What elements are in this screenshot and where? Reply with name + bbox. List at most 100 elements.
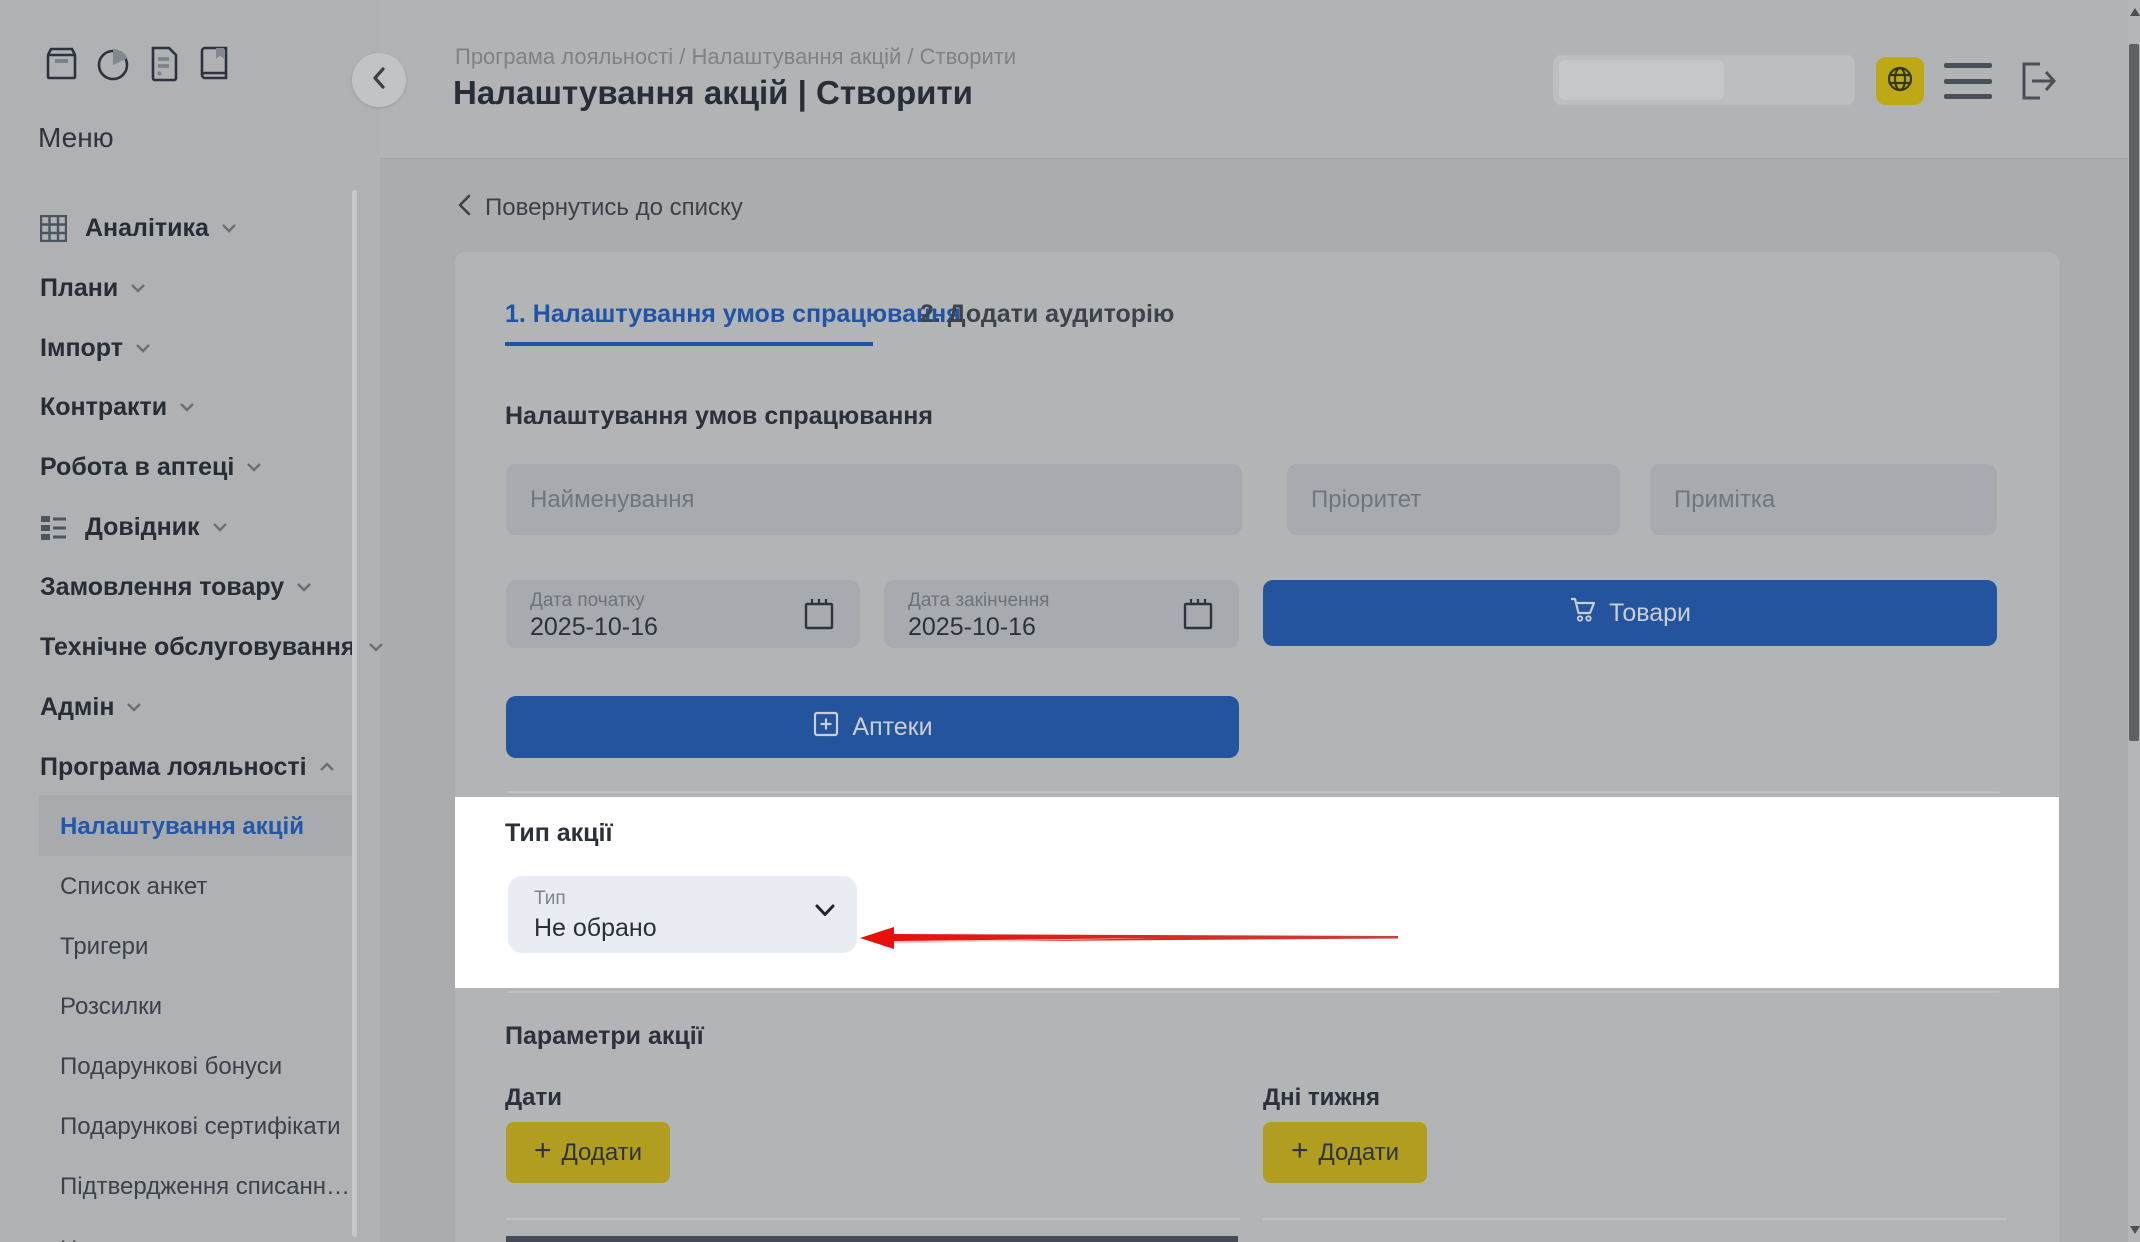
promo-type-select-value: Не обрано: [534, 914, 657, 943]
end-date-field[interactable]: Дата закінчення 2025-10-16: [884, 580, 1239, 648]
sidebar-subitem-promo-settings[interactable]: Налаштування акцій: [60, 811, 304, 843]
chevron-down-icon: [212, 522, 228, 532]
sidebar-item-label: Контракти: [40, 391, 167, 423]
sidebar-item-contracts[interactable]: Контракти: [40, 391, 195, 423]
sidebar: Меню Аналітика Плани Імпорт Контракти Ро…: [0, 0, 380, 1242]
sidebar-subitem-gift-certificates[interactable]: Подарункові сертифікати: [60, 1111, 341, 1143]
pharmacies-button-label: Аптеки: [852, 713, 932, 742]
form-card: 1. Налаштування умов спрацювання 2. Дода…: [455, 252, 2059, 1242]
sidebar-item-label: Імпорт: [40, 332, 123, 364]
sidebar-item-import[interactable]: Імпорт: [40, 332, 151, 364]
document-icon[interactable]: [148, 44, 180, 84]
active-tab-underline: [505, 342, 873, 346]
conditions-heading: Налаштування умов спрацювання: [505, 402, 933, 431]
products-button[interactable]: Товари: [1263, 580, 1997, 646]
back-link-label: Повернутись до списку: [485, 194, 743, 222]
chevron-down-icon: [179, 402, 195, 412]
annotation-arrow-icon: [860, 926, 1400, 950]
sidebar-item-pharmacy-work[interactable]: Робота в аптеці: [40, 451, 262, 483]
plus-icon: +: [1291, 1136, 1309, 1166]
chevron-down-icon: [130, 283, 146, 293]
name-input[interactable]: [506, 464, 1242, 535]
sidebar-subitem-triggers[interactable]: Тригери: [60, 931, 148, 963]
promo-type-select[interactable]: Тип Не обрано: [508, 876, 857, 953]
app-root: Меню Аналітика Плани Імпорт Контракти Ро…: [0, 0, 2140, 1242]
table-grid-icon: [40, 215, 67, 242]
sidebar-item-maintenance[interactable]: Технічне обслуговування: [40, 631, 384, 663]
add-date-button[interactable]: + Додати: [506, 1122, 670, 1183]
sidebar-top-icons: [42, 44, 232, 84]
sidebar-menu-title: Меню: [38, 122, 114, 154]
end-date-value: 2025-10-16: [908, 613, 1036, 642]
sidebar-item-label: Аналітика: [85, 212, 209, 244]
calendar-icon[interactable]: [1183, 598, 1213, 635]
cart-icon: [1569, 596, 1597, 631]
sidebar-item-loyalty-program[interactable]: Програма лояльності: [40, 751, 335, 783]
sidebar-subitem-mailings[interactable]: Розсилки: [60, 991, 162, 1023]
note-input[interactable]: [1650, 464, 1997, 535]
start-date-label: Дата початку: [530, 590, 645, 612]
weekdays-column-divider: [1263, 1218, 2007, 1220]
sidebar-item-label: Адмін: [40, 691, 114, 723]
promo-params-heading: Параметри акції: [505, 1022, 704, 1051]
sidebar-item-goods-order[interactable]: Замовлення товару: [40, 571, 312, 603]
plus-square-icon: [812, 710, 840, 745]
hamburger-menu-icon[interactable]: [1944, 63, 1992, 99]
chevron-down-icon: [296, 582, 312, 592]
scroll-up-arrow-icon[interactable]: [2130, 8, 2140, 16]
logout-icon[interactable]: [2016, 58, 2062, 104]
section-divider: [507, 991, 1999, 993]
start-date-value: 2025-10-16: [530, 613, 658, 642]
calendar-icon[interactable]: [804, 598, 834, 635]
sidebar-subitem-partial[interactable]: Налаштування: [60, 1234, 226, 1242]
sidebar-item-admin[interactable]: Адмін: [40, 691, 142, 723]
chevron-down-icon: [221, 223, 237, 233]
header-input[interactable]: [1553, 55, 1855, 105]
add-weekday-button[interactable]: + Додати: [1263, 1122, 1427, 1183]
sidebar-item-label: Технічне обслуговування: [40, 631, 356, 663]
add-weekday-button-label: Додати: [1318, 1139, 1399, 1167]
clipped-bottom-element: [506, 1236, 1238, 1242]
archive-icon[interactable]: [42, 44, 78, 84]
chevron-down-icon: [135, 343, 151, 353]
tab-trigger-conditions[interactable]: 1. Налаштування умов спрацювання: [505, 300, 961, 329]
promo-type-spotlight-section: Тип акції Тип Не обрано: [455, 797, 2059, 988]
dates-column-label: Дати: [505, 1084, 562, 1112]
sidebar-scrollbar[interactable]: [352, 190, 357, 1237]
sidebar-subitem-questionnaires[interactable]: Список анкет: [60, 871, 207, 903]
sidebar-item-label: Замовлення товару: [40, 571, 284, 603]
sidebar-item-directory[interactable]: Довідник: [40, 511, 228, 543]
language-button[interactable]: [1876, 57, 1924, 105]
list-icon: [40, 514, 67, 541]
end-date-label: Дата закінчення: [908, 590, 1049, 612]
promo-type-heading: Тип акції: [505, 819, 613, 848]
chevron-down-icon: [246, 462, 262, 472]
chevron-down-icon: [815, 904, 835, 922]
back-to-list-link[interactable]: Повернутись до списку: [458, 192, 743, 224]
scroll-down-arrow-icon[interactable]: [2130, 1226, 2140, 1234]
chevron-left-icon: [372, 67, 386, 94]
globe-icon: [1885, 64, 1915, 99]
page-scrollbar-thumb[interactable]: [2129, 44, 2139, 741]
priority-input[interactable]: [1287, 464, 1620, 535]
book-icon[interactable]: [196, 44, 232, 84]
chevron-up-icon: [319, 762, 335, 772]
sidebar-item-analytics[interactable]: Аналітика: [40, 212, 237, 244]
weekdays-column-label: Дні тижня: [1263, 1084, 1380, 1112]
page-title: Налаштування акцій | Створити: [453, 74, 973, 112]
sidebar-item-label: Робота в аптеці: [40, 451, 234, 483]
start-date-field[interactable]: Дата початку 2025-10-16: [506, 580, 860, 648]
sidebar-item-label: Довідник: [85, 511, 200, 543]
sidebar-subitem-bonus-writeoff-confirmation[interactable]: Підтвердження списання бону...: [60, 1171, 352, 1203]
chevron-down-icon: [126, 702, 142, 712]
sidebar-subitem-gift-bonuses[interactable]: Подарункові бонуси: [60, 1051, 282, 1083]
breadcrumb[interactable]: Програма лояльності / Налаштування акцій…: [455, 44, 1016, 70]
pharmacies-button[interactable]: Аптеки: [506, 696, 1239, 758]
pie-chart-icon[interactable]: [94, 45, 132, 83]
tab-add-audience[interactable]: 2. Додати аудиторію: [920, 300, 1174, 329]
sidebar-item-plans[interactable]: Плани: [40, 272, 146, 304]
section-divider: [507, 791, 1999, 793]
promo-type-select-label: Тип: [534, 888, 566, 910]
sidebar-collapse-button[interactable]: [352, 53, 406, 107]
add-date-button-label: Додати: [561, 1139, 642, 1167]
